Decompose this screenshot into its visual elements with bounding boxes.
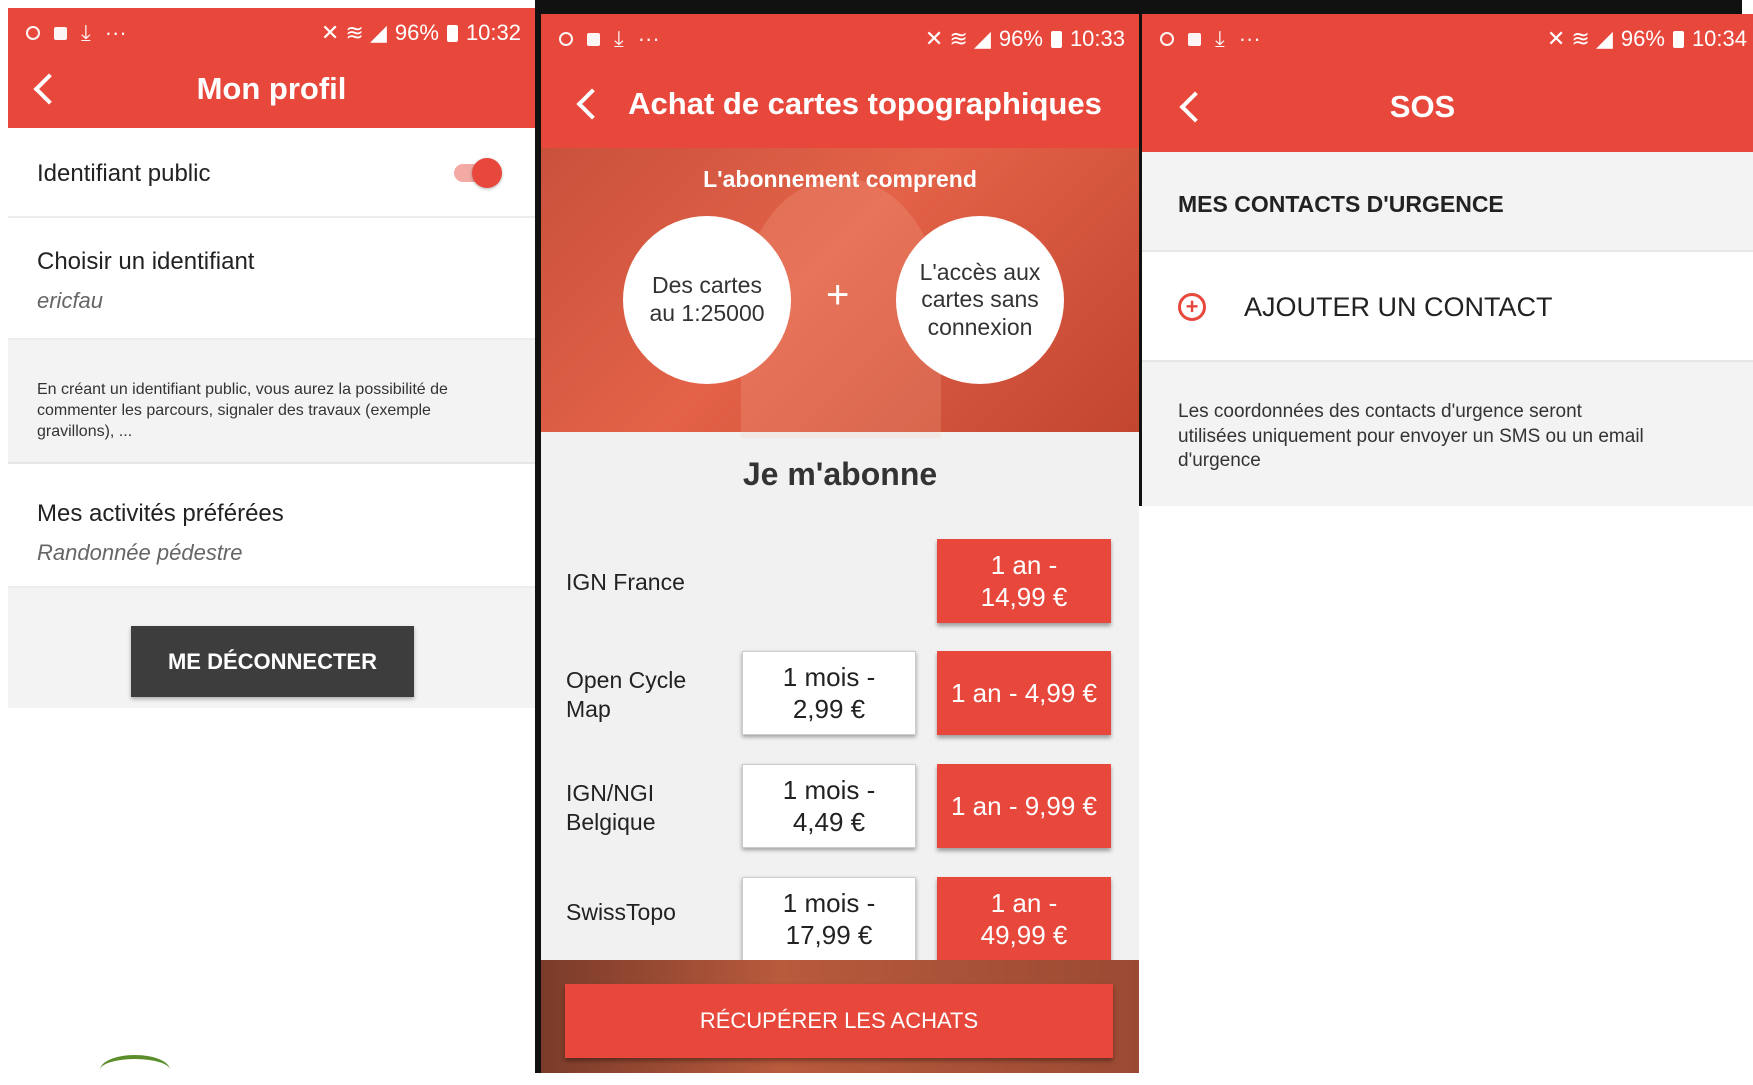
battery-percent: 96% <box>394 20 439 45</box>
battery-percent: 96% <box>998 26 1043 51</box>
feature-1: Des cartes au 1:25000 <box>649 272 765 326</box>
activities-label: Mes activités préférées <box>37 500 284 527</box>
account-icon <box>559 32 573 46</box>
logo-fragment <box>100 1055 170 1085</box>
clock: 10:32 <box>465 20 521 45</box>
account-icon <box>26 26 40 40</box>
price-label: 1 mois - 4,49 € <box>782 774 876 838</box>
download-icon: ⤓ <box>1215 26 1225 51</box>
section-header: MES CONTACTS D'URGENCE <box>1142 152 1753 252</box>
price-label: 1 an - 14,99 € <box>980 549 1068 613</box>
opencycle-year-button[interactable]: 1 an - 4,99 € <box>937 651 1111 735</box>
app-bar: Mon profil <box>8 50 535 128</box>
account-icon <box>1160 32 1174 46</box>
status-bar: ⤓ ··· ✕ ≋ ◢ 96% 10:33 <box>541 14 1139 64</box>
clock: 10:34 <box>1691 26 1747 51</box>
logout-button[interactable]: ME DÉCONNECTER <box>131 626 414 697</box>
add-circle-icon: + <box>1178 293 1206 321</box>
activities-value: Randonnée pédestre <box>37 540 243 565</box>
price-label: 1 mois - 17,99 € <box>782 887 876 951</box>
image-icon <box>1188 32 1201 46</box>
battery-icon <box>446 24 458 42</box>
price-label: 1 mois - 2,99 € <box>782 661 876 725</box>
download-icon: ⤓ <box>614 26 624 51</box>
opencycle-month-button[interactable]: 1 mois - 2,99 € <box>742 651 916 735</box>
feature-maps-circle: Des cartes au 1:25000 <box>623 216 791 384</box>
contacts-heading: MES CONTACTS D'URGENCE <box>1178 191 1504 217</box>
battery-icon <box>1672 30 1684 48</box>
feature-2: L'accès aux cartes sans connexion <box>919 258 1041 340</box>
choose-id-label: Choisir un identifiant <box>37 248 255 275</box>
image-icon <box>54 26 67 40</box>
info-box: En créant un identifiant public, vous au… <box>8 340 535 464</box>
belgique-year-button[interactable]: 1 an - 9,99 € <box>937 764 1111 848</box>
app-bar: Achat de cartes topographiques <box>541 60 1139 148</box>
signal-icons: ✕ ≋ ◢ <box>924 26 991 51</box>
product-name: Open Cycle Map <box>566 667 687 722</box>
product-name: IGN France <box>566 569 685 595</box>
swisstopo-month-button[interactable]: 1 mois - 17,99 € <box>742 877 916 961</box>
plus-sign: + <box>826 273 850 317</box>
image-icon <box>587 32 600 46</box>
screen-profile: ⤓ ··· ✕ ≋ ◢ 96% 10:32 Mon profil Identifian… <box>8 8 535 708</box>
app-bar: SOS <box>1142 62 1753 152</box>
activities-row[interactable]: Mes activités préférées Randonnée pédest… <box>8 464 535 588</box>
status-bar: ⤓ ··· ✕ ≋ ◢ 96% 10:34 <box>1142 14 1753 64</box>
restore-purchases-button[interactable]: RÉCUPÉRER LES ACHATS <box>565 984 1113 1058</box>
page-title: SOS <box>1389 89 1456 124</box>
page-title: Mon profil <box>196 71 347 106</box>
clock: 10:33 <box>1069 26 1125 51</box>
belgique-month-button[interactable]: 1 mois - 4,49 € <box>742 764 916 848</box>
download-icon: ⤓ <box>81 20 91 45</box>
add-contact-label: AJOUTER UN CONTACT <box>1244 292 1553 322</box>
subscription-banner: L'abonnement comprend Des cartes au 1:25… <box>541 148 1139 438</box>
ign-france-year-button[interactable]: 1 an - 14,99 € <box>937 539 1111 623</box>
choose-id-row[interactable]: Choisir un identifiant ericfau <box>8 218 535 340</box>
subscribe-heading: Je m'abonne <box>742 456 938 492</box>
sos-info-text: Les coordonnées des contacts d'urgence s… <box>1178 401 1644 472</box>
price-label: 1 an - 49,99 € <box>980 887 1068 951</box>
page-title: Achat de cartes topographiques <box>628 86 1102 121</box>
battery-icon <box>1050 30 1062 48</box>
screen-maps: ⤓ ··· ✕ ≋ ◢ 96% 10:33 Achat de cartes topog… <box>541 14 1139 1073</box>
signal-icons: ✕ ≋ ◢ <box>1546 26 1613 51</box>
info-text: En créant un identifiant public, vous au… <box>37 381 448 440</box>
feature-offline-circle: L'accès aux cartes sans connexion <box>896 216 1064 384</box>
public-id-toggle[interactable] <box>454 158 502 188</box>
add-contact-row[interactable]: + AJOUTER UN CONTACT <box>1142 252 1753 362</box>
swisstopo-year-button[interactable]: 1 an - 49,99 € <box>937 877 1111 961</box>
screen-sos: ⤓ ··· ✕ ≋ ◢ 96% 10:34 SOS MES CONTACTS D'UR… <box>1142 14 1753 506</box>
price-label: 1 an - 9,99 € <box>951 790 1097 821</box>
price-label: 1 an - 4,99 € <box>951 677 1097 708</box>
choose-id-value: ericfau <box>37 288 104 313</box>
public-id-label: Identifiant public <box>37 160 211 187</box>
public-id-row[interactable]: Identifiant public <box>8 128 535 218</box>
product-name: SwissTopo <box>566 899 676 925</box>
battery-percent: 96% <box>1620 26 1665 51</box>
product-name: IGN/NGI Belgique <box>566 780 656 835</box>
banner-title: L'abonnement comprend <box>703 166 977 192</box>
signal-icons: ✕ ≋ ◢ <box>320 20 387 45</box>
